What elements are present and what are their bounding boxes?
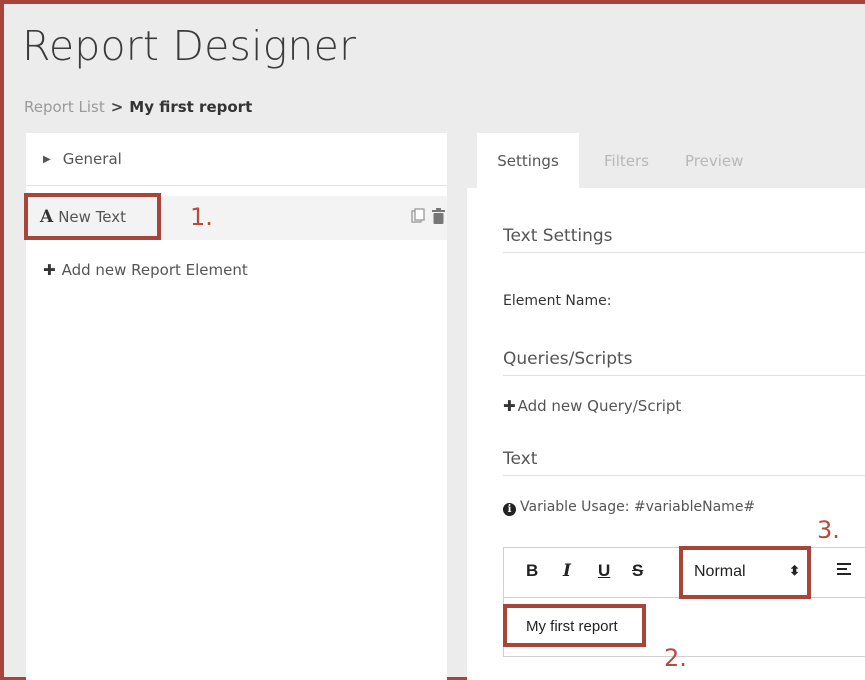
element-name-label: Element Name: (503, 293, 612, 309)
variable-usage-hint: i Variable Usage: #variableName# (503, 499, 755, 516)
tab-bar: Settings Filters Preview (467, 133, 865, 188)
underline-button[interactable]: U (598, 561, 610, 581)
highlight-box-1 (24, 193, 161, 240)
variable-usage-text: Variable Usage: #variableName# (520, 499, 756, 515)
add-query-label: Add new Query/Script (517, 397, 682, 415)
text-heading: Text (503, 449, 865, 476)
add-report-element-label: Add new Report Element (61, 261, 248, 279)
breadcrumb: Report List > My first report (24, 98, 252, 116)
info-icon: i (503, 503, 516, 516)
tab-preview[interactable]: Preview (685, 133, 743, 188)
plus-icon: ✚ (503, 397, 516, 415)
tab-filters[interactable]: Filters (604, 133, 649, 188)
tab-settings[interactable]: Settings (477, 133, 579, 188)
plus-icon: ✚ (43, 261, 56, 279)
strikethrough-button[interactable]: S (632, 561, 643, 581)
text-settings-heading: Text Settings (503, 226, 865, 253)
element-actions (411, 208, 445, 228)
add-query-button[interactable]: ✚ Add new Query/Script (503, 397, 681, 415)
annotation-number-3: 3. (817, 516, 840, 544)
general-label: General (62, 150, 122, 168)
queries-scripts-heading: Queries/Scripts (503, 349, 865, 376)
annotation-number-1: 1. (190, 203, 213, 231)
highlight-box-2 (503, 604, 646, 647)
page-title: Report Designer (22, 22, 357, 70)
breadcrumb-separator: > (110, 98, 124, 116)
add-report-element-button[interactable]: ✚ Add new Report Element (43, 261, 248, 279)
highlight-box-3 (679, 546, 811, 599)
annotation-number-2: 2. (664, 644, 687, 672)
caret-right-icon: ▶ (43, 153, 51, 165)
app-frame: Report Designer Report List > My first rep… (0, 0, 865, 680)
copy-icon[interactable] (411, 208, 426, 228)
bold-button[interactable]: B (526, 561, 538, 581)
general-section-toggle[interactable]: ▶ General (26, 133, 447, 186)
italic-button[interactable]: I (563, 561, 571, 581)
align-left-icon[interactable] (837, 561, 853, 580)
breadcrumb-report-list-link[interactable]: Report List (24, 98, 105, 116)
breadcrumb-current: My first report (129, 98, 253, 116)
trash-icon[interactable] (432, 208, 445, 228)
